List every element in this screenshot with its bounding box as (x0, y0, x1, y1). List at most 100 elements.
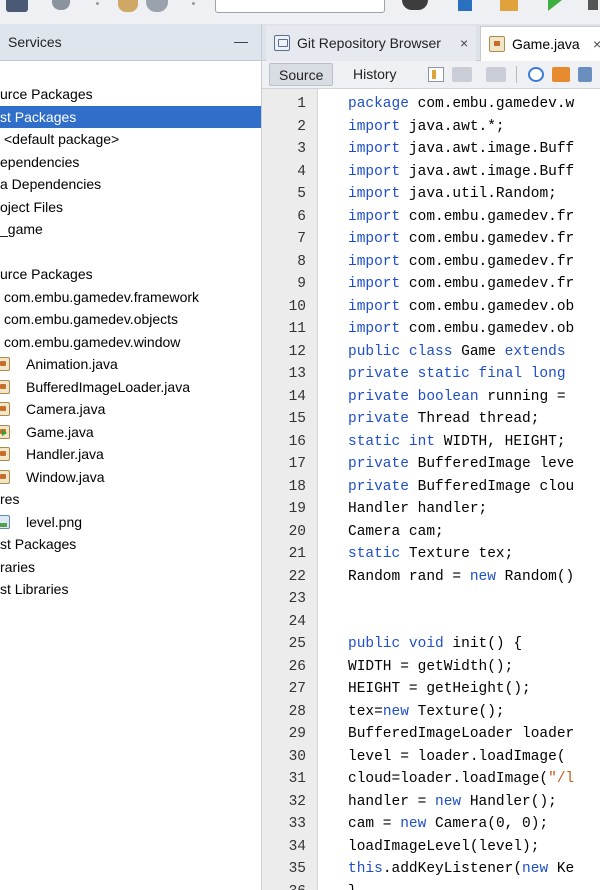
code-line[interactable]: 2 import java.awt.*; (262, 116, 600, 139)
tree-item[interactable]: st Libraries (0, 578, 261, 600)
code-line[interactable]: 34 loadImageLevel(level); (262, 836, 600, 859)
close-tab-icon[interactable]: × (460, 26, 468, 60)
tree-item[interactable]: urce Packages (0, 83, 261, 105)
services-tab-label: Services (8, 34, 62, 50)
find-next-icon[interactable] (578, 67, 592, 82)
more-icon[interactable] (588, 0, 598, 10)
code-line[interactable]: 18 private BufferedImage clou (262, 476, 600, 499)
code-line[interactable]: 8 import com.embu.gamedev.fr (262, 251, 600, 274)
code-line[interactable]: 10 import com.embu.gamedev.ob (262, 296, 600, 319)
tree-item[interactable]: Handler.java (0, 443, 261, 465)
code-line[interactable]: 19 Handler handler; (262, 498, 600, 521)
services-tab[interactable]: Services — (0, 24, 261, 61)
tree-item[interactable]: ependencies (0, 151, 261, 173)
tree-item[interactable]: Animation.java (0, 353, 261, 375)
tree-item[interactable]: Camera.java (0, 398, 261, 420)
code-line[interactable]: 5 import java.util.Random; (262, 183, 600, 206)
find-previous-icon[interactable] (552, 67, 570, 82)
code-line[interactable]: 23 (262, 588, 600, 611)
code-line[interactable]: 17 private BufferedImage leve (262, 453, 600, 476)
tree-item[interactable]: st Packages (0, 533, 261, 555)
code-line[interactable]: 28 tex=new Texture(); (262, 701, 600, 724)
toolbar-separator (516, 66, 517, 83)
tree-item[interactable] (0, 241, 261, 263)
tree-item[interactable]: BufferedImageLoader.java (0, 376, 261, 398)
tab-git-repository-browser[interactable]: Git Repository Browser × (266, 26, 476, 61)
code-line[interactable]: 7 import com.embu.gamedev.fr (262, 228, 600, 251)
code-line[interactable]: 15 private Thread thread; (262, 408, 600, 431)
search-icon[interactable] (528, 67, 544, 82)
source-view-button[interactable]: Source (269, 63, 334, 86)
tree-item[interactable]: com.embu.gamedev.objects (0, 308, 261, 330)
hammer-icon[interactable] (118, 0, 138, 12)
tree-item[interactable]: level.png (0, 511, 261, 533)
code-line[interactable]: 4 import java.awt.image.Buff (262, 161, 600, 184)
history-view-button[interactable]: History (344, 63, 406, 86)
code-line[interactable]: 21 static Texture tex; (262, 543, 600, 566)
line-number: 3 (297, 141, 306, 157)
minimize-panel-button[interactable]: — (234, 33, 248, 49)
code-line[interactable]: 1 package com.embu.gamedev.w (262, 93, 600, 116)
code-text: WIDTH = getWidth(); (348, 658, 514, 675)
tab-game-java[interactable]: Game.java × (480, 26, 600, 61)
build-icon[interactable] (402, 0, 428, 10)
code-line[interactable]: 13 private static final long (262, 363, 600, 386)
config-select[interactable] (215, 0, 385, 13)
tree-item[interactable]: Game.java (0, 421, 261, 443)
tree-item[interactable]: oject Files (0, 196, 261, 218)
code-line[interactable]: 29 BufferedImageLoader loader (262, 723, 600, 746)
forward-icon[interactable] (486, 67, 506, 82)
tree-item[interactable]: res (0, 488, 261, 510)
code-line[interactable]: 36} (262, 881, 600, 890)
code-text: this.addKeyListener(new Ke (348, 861, 575, 877)
line-number: 28 (288, 703, 306, 720)
code-line[interactable]: 9 import com.embu.gamedev.fr (262, 273, 600, 296)
back-icon[interactable] (452, 67, 472, 82)
tree-item[interactable]: a Dependencies (0, 173, 261, 195)
clean-icon[interactable] (458, 0, 472, 11)
code-line[interactable]: 6 import com.embu.gamedev.fr (262, 206, 600, 229)
code-line[interactable]: 11 import com.embu.gamedev.ob (262, 318, 600, 341)
code-line[interactable]: 16 static int WIDTH, HEIGHT; (262, 431, 600, 454)
save-all-icon[interactable] (6, 0, 28, 12)
code-line[interactable]: 24 (262, 611, 600, 634)
code-text: cloud=loader.loadImage("/l (348, 771, 575, 787)
last-edit-icon[interactable] (428, 67, 444, 82)
gear-icon[interactable] (52, 0, 70, 10)
code-text: private static final long (348, 366, 566, 382)
tree-item[interactable]: com.embu.gamedev.window (0, 331, 261, 353)
tree-item[interactable]: <default package> (0, 128, 261, 150)
code-line[interactable]: 30 level = loader.loadImage( (262, 746, 600, 769)
line-number: 22 (288, 568, 306, 585)
line-number: 34 (288, 838, 306, 855)
close-tab-icon[interactable]: × (593, 27, 600, 61)
code-line[interactable]: 35 this.addKeyListener(new Ke (262, 858, 600, 881)
java-file-icon (0, 424, 10, 439)
debug-icon[interactable] (500, 0, 518, 11)
run-icon[interactable] (548, 0, 562, 11)
code-line[interactable]: 22 Random rand = new Random() (262, 566, 600, 589)
code-line[interactable]: 31 cloud=loader.loadImage("/l (262, 768, 600, 791)
clean-build-icon[interactable] (146, 0, 168, 12)
code-line[interactable]: 20 Camera cam; (262, 521, 600, 544)
tree-item[interactable]: com.embu.gamedev.framework (0, 286, 261, 308)
tree-item-label: st Packages (0, 536, 77, 552)
code-line[interactable]: 27 HEIGHT = getHeight(); (262, 678, 600, 701)
tree-item[interactable]: st Packages (0, 105, 261, 128)
tree-item-label: _game (0, 221, 43, 237)
code-text: } (348, 881, 357, 890)
main-toolbar (0, 0, 600, 24)
code-line[interactable]: 26 WIDTH = getWidth(); (262, 656, 600, 679)
code-line[interactable]: 3 import java.awt.image.Buff (262, 138, 600, 161)
code-line[interactable]: 12 public class Game extends (262, 341, 600, 364)
code-line[interactable]: 32 handler = new Handler(); (262, 791, 600, 814)
tree-item[interactable]: raries (0, 556, 261, 578)
tree-item[interactable]: urce Packages (0, 263, 261, 285)
tree-item[interactable]: Window.java (0, 466, 261, 488)
code-line[interactable]: 14 private boolean running = (262, 386, 600, 409)
tree-item[interactable]: _game (0, 218, 261, 240)
line-number: 31 (288, 771, 306, 787)
code-line[interactable]: 33 cam = new Camera(0, 0); (262, 813, 600, 836)
code-text: Handler handler; (348, 501, 488, 517)
code-line[interactable]: 25 public void init() { (262, 633, 600, 656)
